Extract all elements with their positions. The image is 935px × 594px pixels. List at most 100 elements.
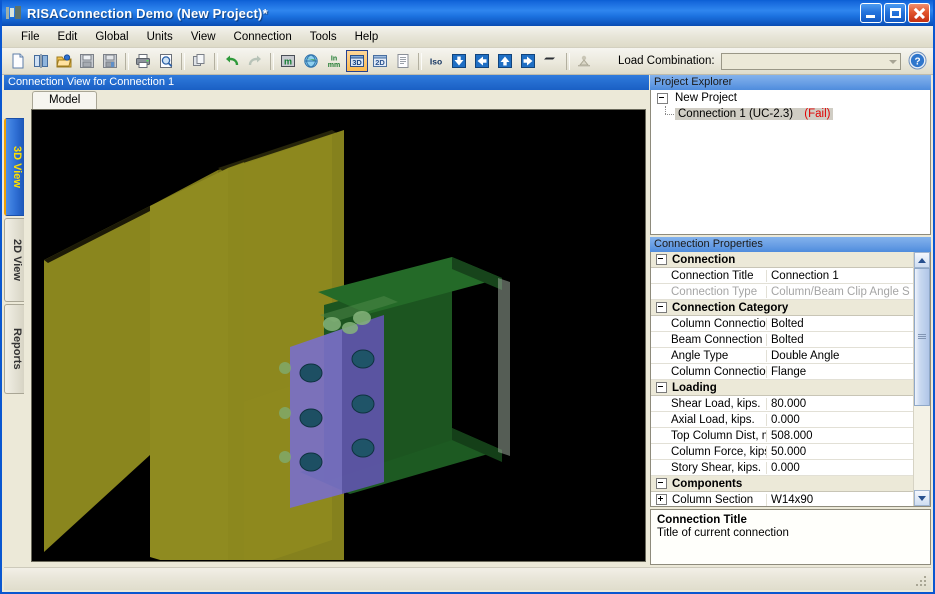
menu-item-edit[interactable]: Edit bbox=[49, 29, 87, 45]
project-explorer-caption: Project Explorer bbox=[650, 75, 931, 90]
property-row-story-shear[interactable]: Story Shear, kips. 0.000 bbox=[651, 460, 913, 476]
property-row-angle-type[interactable]: Angle Type Double Angle bbox=[651, 348, 913, 364]
connection-view-panel: Connection View for Connection 1 3D View… bbox=[4, 75, 649, 565]
property-group-connection-category[interactable]: Connection Category bbox=[651, 300, 913, 316]
tab-model[interactable]: Model bbox=[32, 91, 98, 109]
close-button[interactable] bbox=[908, 3, 930, 23]
menu-item-connection[interactable]: Connection bbox=[225, 29, 301, 45]
units-button[interactable]: In mm bbox=[323, 50, 345, 72]
view-right-button[interactable] bbox=[517, 50, 539, 72]
property-value[interactable]: 508.000 bbox=[767, 430, 913, 442]
property-row-connection-title[interactable]: Connection Title Connection 1 bbox=[651, 268, 913, 284]
help-button[interactable]: ? bbox=[908, 51, 927, 70]
view-down-button[interactable] bbox=[448, 50, 470, 72]
menu-item-file[interactable]: File bbox=[12, 29, 49, 45]
view-2d-button[interactable]: 2D bbox=[369, 50, 391, 72]
property-group-loading[interactable]: Loading bbox=[651, 380, 913, 396]
property-row-beam-connection[interactable]: Beam Connection Bolted bbox=[651, 332, 913, 348]
property-row-column-connection[interactable]: Column Connection Bolted bbox=[651, 316, 913, 332]
property-group-label: Connection Category bbox=[672, 301, 789, 314]
toolbar-separator bbox=[418, 52, 422, 70]
expand-toggle-icon[interactable] bbox=[656, 494, 667, 505]
property-group-connection[interactable]: Connection bbox=[651, 252, 913, 268]
property-value[interactable]: 0.000 bbox=[767, 414, 913, 426]
property-row-axial-load[interactable]: Axial Load, kips. 0.000 bbox=[651, 412, 913, 428]
model-canvas[interactable] bbox=[31, 109, 646, 562]
property-value[interactable]: Connection 1 bbox=[767, 270, 913, 282]
view-3d-button[interactable]: 3D bbox=[346, 50, 368, 72]
print-button[interactable] bbox=[132, 50, 154, 72]
menu-item-units[interactable]: Units bbox=[138, 29, 182, 45]
property-row-column-connection-type[interactable]: Column Connection Typ Flange bbox=[651, 364, 913, 380]
scrollbar-track[interactable] bbox=[914, 268, 930, 490]
collapse-toggle-icon[interactable] bbox=[657, 92, 668, 104]
copy-button[interactable] bbox=[188, 50, 210, 72]
view-up-button[interactable] bbox=[494, 50, 516, 72]
scrollbar-thumb[interactable] bbox=[914, 268, 930, 406]
property-row-shear-load[interactable]: Shear Load, kips. 80.000 bbox=[651, 396, 913, 412]
new-file-button[interactable] bbox=[7, 50, 29, 72]
globe-button[interactable] bbox=[300, 50, 322, 72]
tree-connection-label-wrap: Connection 1 (UC-2.3) (Fail) bbox=[675, 108, 834, 120]
property-value[interactable]: Double Angle bbox=[767, 350, 913, 362]
undo-button[interactable] bbox=[221, 50, 243, 72]
collapse-toggle-icon[interactable] bbox=[656, 302, 667, 313]
toolbar-separator bbox=[270, 52, 274, 70]
open-button[interactable] bbox=[53, 50, 75, 72]
property-value[interactable]: W14x90 bbox=[767, 494, 913, 506]
property-value[interactable]: Bolted bbox=[767, 334, 913, 346]
property-name: Axial Load, kips. bbox=[651, 413, 767, 426]
property-value[interactable]: 80.000 bbox=[767, 398, 913, 410]
property-row-top-column-dist[interactable]: Top Column Dist, mm. 508.000 bbox=[651, 428, 913, 444]
property-value[interactable]: 0.000 bbox=[767, 462, 913, 474]
property-value[interactable]: 50.000 bbox=[767, 446, 913, 458]
tab-2d-view[interactable]: 2D View bbox=[4, 218, 24, 302]
title-bar: RISAConnection Demo (New Project)* bbox=[2, 0, 933, 26]
iso-view-button[interactable]: Iso bbox=[425, 50, 447, 72]
menu-item-tools[interactable]: Tools bbox=[301, 29, 346, 45]
model-tab-strip: Model bbox=[26, 90, 649, 109]
scroll-down-button[interactable] bbox=[914, 490, 930, 506]
load-combination-dropdown[interactable] bbox=[720, 52, 901, 70]
support-button[interactable] bbox=[573, 50, 595, 72]
property-row-column-section[interactable]: Column Section W14x90 bbox=[651, 492, 913, 506]
resize-grip-icon[interactable] bbox=[916, 576, 929, 589]
redo-button[interactable] bbox=[244, 50, 266, 72]
materials-button[interactable]: m bbox=[277, 50, 299, 72]
save-as-button[interactable] bbox=[99, 50, 121, 72]
property-name: Connection Title bbox=[651, 269, 767, 282]
menu-item-help[interactable]: Help bbox=[346, 29, 388, 45]
save-button[interactable] bbox=[76, 50, 98, 72]
scroll-up-button[interactable] bbox=[914, 252, 930, 268]
maximize-button[interactable] bbox=[884, 3, 906, 23]
collapse-toggle-icon[interactable] bbox=[656, 382, 667, 393]
property-row-column-force[interactable]: Column Force, kips. 50.000 bbox=[651, 444, 913, 460]
tree-row-root[interactable]: New Project bbox=[651, 90, 930, 106]
report-button[interactable] bbox=[392, 50, 414, 72]
toolbar-separator bbox=[181, 52, 185, 70]
view-left-button[interactable] bbox=[471, 50, 493, 72]
collapse-toggle-icon[interactable] bbox=[656, 254, 667, 265]
print-preview-button[interactable] bbox=[155, 50, 177, 72]
minimize-button[interactable] bbox=[860, 3, 882, 23]
menu-item-view[interactable]: View bbox=[182, 29, 225, 45]
property-group-components[interactable]: Components bbox=[651, 476, 913, 492]
tab-reports[interactable]: Reports bbox=[4, 304, 24, 394]
scrollbar-grip-icon bbox=[918, 333, 926, 340]
project-explorer-tree[interactable]: New Project Connection 1 (UC-2.3) (Fail) bbox=[650, 90, 931, 235]
tree-connection-label: Connection 1 (UC-2.3) bbox=[678, 108, 794, 120]
property-value[interactable]: Bolted bbox=[767, 318, 913, 330]
tab-3d-view[interactable]: 3D View bbox=[4, 118, 24, 216]
collapse-toggle-icon[interactable] bbox=[656, 478, 667, 489]
menu-item-global[interactable]: Global bbox=[86, 29, 137, 45]
application-window: RISAConnection Demo (New Project)* File … bbox=[0, 0, 935, 594]
tree-row-connection-1[interactable]: Connection 1 (UC-2.3) (Fail) bbox=[651, 106, 930, 122]
property-group-label: Components bbox=[672, 477, 743, 490]
properties-scrollbar[interactable] bbox=[913, 252, 930, 506]
window-title: RISAConnection Demo (New Project)* bbox=[27, 5, 268, 21]
property-name: Column Section bbox=[672, 493, 754, 506]
render-button[interactable] bbox=[540, 50, 562, 72]
property-name-wrap: Column Section bbox=[651, 493, 767, 506]
property-value[interactable]: Flange bbox=[767, 366, 913, 378]
split-view-button[interactable] bbox=[30, 50, 52, 72]
